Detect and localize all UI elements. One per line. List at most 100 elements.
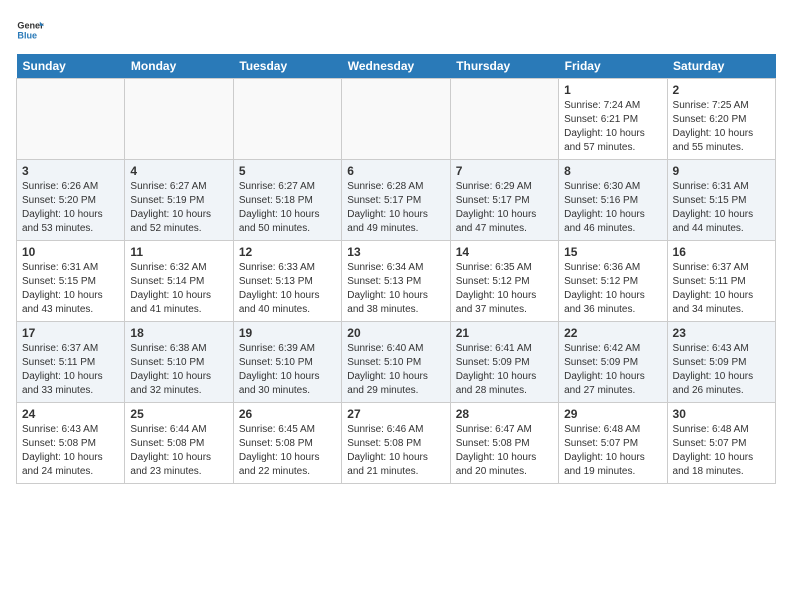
day-info: Sunrise: 7:24 AM Sunset: 6:21 PM Dayligh… [564,99,661,155]
day-info: Sunrise: 6:27 AM Sunset: 5:19 PM Dayligh… [130,180,227,236]
day-info: Sunrise: 6:43 AM Sunset: 5:08 PM Dayligh… [22,423,119,479]
calendar-week-1: 1 Sunrise: 7:24 AM Sunset: 6:21 PM Daylig… [17,79,776,160]
day-info: Sunrise: 6:38 AM Sunset: 5:10 PM Dayligh… [130,342,227,398]
day-number: 14 [456,245,553,259]
calendar-cell: 28 Sunrise: 6:47 AM Sunset: 5:08 PM Dayli… [450,403,558,484]
day-number: 24 [22,407,119,421]
calendar-cell: 27Sunrise: 6:46 AM Sunset: 5:08 PM Dayli… [342,403,450,484]
day-number: 11 [130,245,227,259]
day-number: 5 [239,164,336,178]
day-number: 4 [130,164,227,178]
day-number: 30 [673,407,770,421]
weekday-header-saturday: Saturday [667,54,775,79]
calendar-cell: 22 Sunrise: 6:42 AM Sunset: 5:09 PM Dayli… [559,322,667,403]
day-number: 13 [347,245,444,259]
day-number: 21 [456,326,553,340]
calendar-cell: 24 Sunrise: 6:43 AM Sunset: 5:08 PM Dayli… [17,403,125,484]
day-info: Sunrise: 6:26 AM Sunset: 5:20 PM Dayligh… [22,180,119,236]
day-number: 17 [22,326,119,340]
calendar-cell: 23 Sunrise: 6:43 AM Sunset: 5:09 PM Dayli… [667,322,775,403]
page-header: General Blue [16,16,776,44]
day-number: 26 [239,407,336,421]
calendar-week-5: 24 Sunrise: 6:43 AM Sunset: 5:08 PM Dayli… [17,403,776,484]
day-number: 15 [564,245,661,259]
day-info: Sunrise: 7:25 AM Sunset: 6:20 PM Dayligh… [673,99,770,155]
calendar-week-2: 3 Sunrise: 6:26 AM Sunset: 5:20 PM Daylig… [17,160,776,241]
day-number: 2 [673,83,770,97]
day-info: Sunrise: 6:37 AM Sunset: 5:11 PM Dayligh… [22,342,119,398]
calendar-body: 1 Sunrise: 7:24 AM Sunset: 6:21 PM Daylig… [17,79,776,484]
day-number: 25 [130,407,227,421]
calendar-cell: 8 Sunrise: 6:30 AM Sunset: 5:16 PM Daylig… [559,160,667,241]
calendar-cell: 26 Sunrise: 6:45 AM Sunset: 5:08 PM Dayli… [233,403,341,484]
day-number: 8 [564,164,661,178]
calendar-cell [17,79,125,160]
calendar-cell: 30Sunrise: 6:48 AM Sunset: 5:07 PM Dayli… [667,403,775,484]
calendar-cell: 25Sunrise: 6:44 AM Sunset: 5:08 PM Dayli… [125,403,233,484]
day-number: 19 [239,326,336,340]
day-info: Sunrise: 6:31 AM Sunset: 5:15 PM Dayligh… [673,180,770,236]
day-number: 23 [673,326,770,340]
day-info: Sunrise: 6:30 AM Sunset: 5:16 PM Dayligh… [564,180,661,236]
calendar-cell: 7 Sunrise: 6:29 AM Sunset: 5:17 PM Daylig… [450,160,558,241]
calendar-cell [450,79,558,160]
day-info: Sunrise: 6:45 AM Sunset: 5:08 PM Dayligh… [239,423,336,479]
day-number: 1 [564,83,661,97]
calendar-cell: 3 Sunrise: 6:26 AM Sunset: 5:20 PM Daylig… [17,160,125,241]
calendar-cell: 16Sunrise: 6:37 AM Sunset: 5:11 PM Dayli… [667,241,775,322]
day-info: Sunrise: 6:34 AM Sunset: 5:13 PM Dayligh… [347,261,444,317]
calendar-table: SundayMondayTuesdayWednesdayThursdayFrid… [16,54,776,484]
calendar-cell: 4 Sunrise: 6:27 AM Sunset: 5:19 PM Daylig… [125,160,233,241]
day-number: 20 [347,326,444,340]
calendar-cell: 19 Sunrise: 6:39 AM Sunset: 5:10 PM Dayli… [233,322,341,403]
day-info: Sunrise: 6:27 AM Sunset: 5:18 PM Dayligh… [239,180,336,236]
day-number: 12 [239,245,336,259]
day-info: Sunrise: 6:33 AM Sunset: 5:13 PM Dayligh… [239,261,336,317]
calendar-cell: 6Sunrise: 6:28 AM Sunset: 5:17 PM Daylig… [342,160,450,241]
calendar-cell [125,79,233,160]
day-number: 27 [347,407,444,421]
day-number: 10 [22,245,119,259]
day-info: Sunrise: 6:48 AM Sunset: 5:07 PM Dayligh… [564,423,661,479]
calendar-cell: 13 Sunrise: 6:34 AM Sunset: 5:13 PM Dayli… [342,241,450,322]
weekday-header-sunday: Sunday [17,54,125,79]
calendar-cell: 5 Sunrise: 6:27 AM Sunset: 5:18 PM Daylig… [233,160,341,241]
day-info: Sunrise: 6:43 AM Sunset: 5:09 PM Dayligh… [673,342,770,398]
day-info: Sunrise: 6:42 AM Sunset: 5:09 PM Dayligh… [564,342,661,398]
day-info: Sunrise: 6:35 AM Sunset: 5:12 PM Dayligh… [456,261,553,317]
calendar-cell: 2 Sunrise: 7:25 AM Sunset: 6:20 PM Daylig… [667,79,775,160]
weekday-header-tuesday: Tuesday [233,54,341,79]
calendar-cell [342,79,450,160]
day-info: Sunrise: 6:40 AM Sunset: 5:10 PM Dayligh… [347,342,444,398]
calendar-week-3: 10 Sunrise: 6:31 AM Sunset: 5:15 PM Dayli… [17,241,776,322]
day-info: Sunrise: 6:39 AM Sunset: 5:10 PM Dayligh… [239,342,336,398]
day-info: Sunrise: 6:31 AM Sunset: 5:15 PM Dayligh… [22,261,119,317]
calendar-cell: 11 Sunrise: 6:32 AM Sunset: 5:14 PM Dayli… [125,241,233,322]
calendar-header: SundayMondayTuesdayWednesdayThursdayFrid… [17,54,776,79]
day-info: Sunrise: 6:32 AM Sunset: 5:14 PM Dayligh… [130,261,227,317]
calendar-cell: 17 Sunrise: 6:37 AM Sunset: 5:11 PM Dayli… [17,322,125,403]
svg-text:Blue: Blue [17,30,37,40]
day-number: 18 [130,326,227,340]
day-info: Sunrise: 6:47 AM Sunset: 5:08 PM Dayligh… [456,423,553,479]
day-number: 22 [564,326,661,340]
day-number: 16 [673,245,770,259]
calendar-cell: 14 Sunrise: 6:35 AM Sunset: 5:12 PM Dayli… [450,241,558,322]
day-number: 28 [456,407,553,421]
weekday-header-monday: Monday [125,54,233,79]
calendar-cell: 1 Sunrise: 7:24 AM Sunset: 6:21 PM Daylig… [559,79,667,160]
calendar-cell: 10 Sunrise: 6:31 AM Sunset: 5:15 PM Dayli… [17,241,125,322]
calendar-cell: 15Sunrise: 6:36 AM Sunset: 5:12 PM Dayli… [559,241,667,322]
day-info: Sunrise: 6:29 AM Sunset: 5:17 PM Dayligh… [456,180,553,236]
calendar-cell: 20 Sunrise: 6:40 AM Sunset: 5:10 PM Dayli… [342,322,450,403]
day-number: 7 [456,164,553,178]
weekday-header-wednesday: Wednesday [342,54,450,79]
calendar-cell: 12 Sunrise: 6:33 AM Sunset: 5:13 PM Dayli… [233,241,341,322]
weekday-header-row: SundayMondayTuesdayWednesdayThursdayFrid… [17,54,776,79]
calendar-cell [233,79,341,160]
day-number: 29 [564,407,661,421]
day-number: 3 [22,164,119,178]
day-info: Sunrise: 6:28 AM Sunset: 5:17 PM Dayligh… [347,180,444,236]
day-number: 9 [673,164,770,178]
calendar-cell: 29 Sunrise: 6:48 AM Sunset: 5:07 PM Dayli… [559,403,667,484]
